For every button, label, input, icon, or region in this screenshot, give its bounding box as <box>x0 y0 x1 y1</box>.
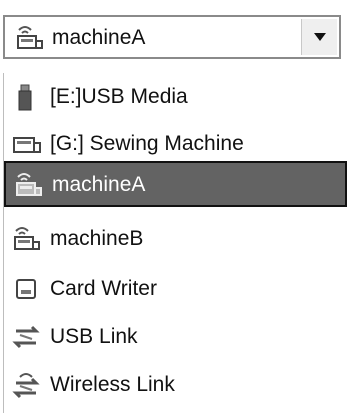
device-dropdown-list: [E:]USB Media [G:] Sewing Machine machin… <box>3 73 347 413</box>
usb-link-icon <box>12 323 42 351</box>
list-item-card-writer[interactable]: Card Writer <box>4 267 347 313</box>
list-item-label: machineA <box>52 173 146 196</box>
selected-device-label: machineA <box>52 26 146 49</box>
card-writer-icon <box>12 275 42 303</box>
list-item-usb-link[interactable]: USB Link <box>4 315 347 361</box>
list-item-machineb[interactable]: machineB <box>4 217 347 263</box>
list-item-label: [G:] Sewing Machine <box>50 132 244 155</box>
list-item-label: Card Writer <box>50 277 157 300</box>
list-item-label: USB Link <box>50 325 138 348</box>
wireless-machine-icon <box>12 225 42 253</box>
dropdown-arrow-button[interactable] <box>301 19 337 55</box>
list-item-label: machineB <box>50 227 144 250</box>
wireless-machine-icon <box>15 24 45 52</box>
device-select-combobox[interactable]: machineA <box>3 15 341 59</box>
list-item-usb-media[interactable]: [E:]USB Media <box>4 75 347 121</box>
list-item-label: [E:]USB Media <box>50 85 188 108</box>
list-item-label: Wireless Link <box>50 373 175 396</box>
sewing-machine-icon <box>12 130 42 158</box>
usb-stick-icon <box>12 83 42 111</box>
list-item-wireless-link[interactable]: Wireless Link <box>4 363 347 409</box>
wireless-link-icon <box>12 371 42 399</box>
list-item-machinea[interactable]: machineA <box>4 161 347 207</box>
wireless-machine-icon <box>14 171 44 199</box>
chevron-down-icon <box>314 33 326 41</box>
